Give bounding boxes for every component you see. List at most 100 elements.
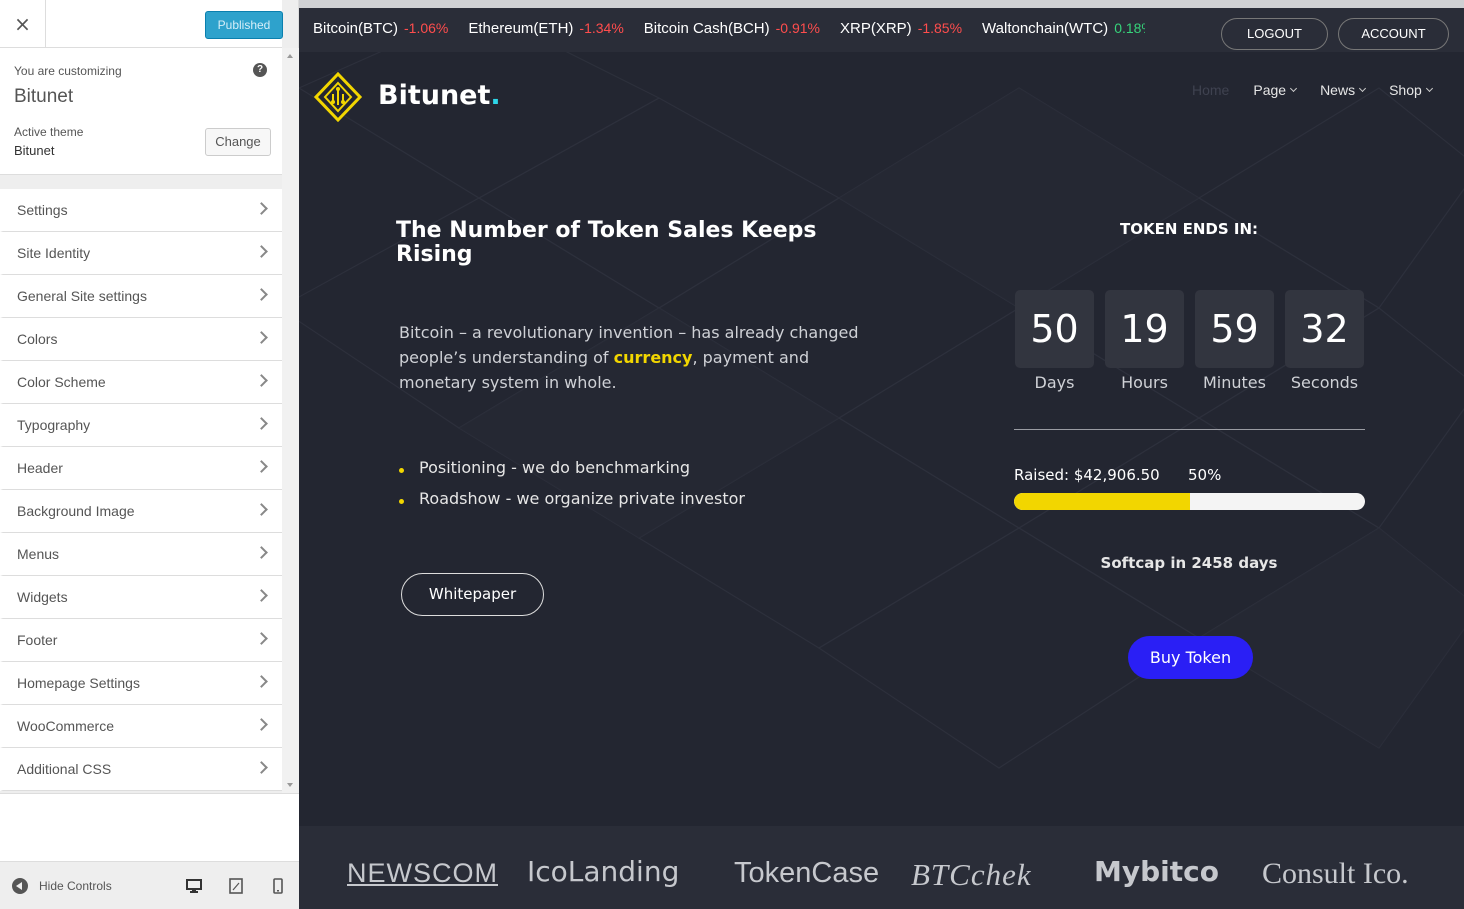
nav-news[interactable]: News bbox=[1320, 82, 1367, 98]
chevron-right-icon bbox=[255, 503, 268, 516]
preview-top-edge bbox=[299, 0, 1464, 8]
panel-label: Header bbox=[17, 460, 63, 476]
chevron-right-icon bbox=[255, 460, 268, 473]
nav-label: Shop bbox=[1389, 82, 1422, 98]
chevron-right-icon bbox=[255, 546, 268, 559]
countdown-minutes-label: Minutes bbox=[1203, 373, 1266, 392]
partner-logo-tokencase[interactable]: TokenCase bbox=[734, 857, 879, 890]
nav-label: Page bbox=[1253, 82, 1287, 98]
hide-controls-label: Hide Controls bbox=[39, 879, 112, 893]
partner-logos-bar: NEWSCOM IcoLanding TokenCase BTCchek Myb… bbox=[299, 826, 1464, 909]
panel-homepage-settings[interactable]: Homepage Settings bbox=[0, 662, 282, 705]
customizer-sidebar: × Published You are customizing Bitunet … bbox=[0, 0, 299, 909]
list-item: Roadshow - we organize private investor bbox=[399, 483, 745, 514]
panel-general-site-settings[interactable]: General Site settings bbox=[0, 275, 282, 318]
whitepaper-button[interactable]: Whitepaper bbox=[401, 573, 544, 616]
partner-logo-newscom[interactable]: NEWSCOM bbox=[347, 858, 498, 889]
chevron-right-icon bbox=[255, 761, 268, 774]
panel-label: Site Identity bbox=[17, 245, 91, 261]
countdown-seconds-value: 32 bbox=[1285, 290, 1364, 368]
divider bbox=[1014, 429, 1365, 430]
hide-controls-button[interactable]: Hide Controls bbox=[12, 878, 112, 894]
nav-page[interactable]: Page bbox=[1253, 82, 1298, 98]
chevron-right-icon bbox=[255, 374, 268, 387]
hero-background bbox=[299, 8, 1464, 826]
site-logo-text[interactable]: Bitunet. bbox=[378, 80, 501, 111]
panel-colors[interactable]: Colors bbox=[0, 318, 282, 361]
ticker-change: -0.91% bbox=[775, 20, 820, 36]
panel-label: Color Scheme bbox=[17, 374, 106, 390]
panel-label: Colors bbox=[17, 331, 58, 347]
partner-logo-btcchek[interactable]: BTCchek bbox=[911, 857, 1032, 893]
ticker-item: Bitcoin Cash(BCH) -0.91% bbox=[644, 20, 820, 37]
panel-additional-css[interactable]: Additional CSS bbox=[0, 748, 282, 791]
chevron-right-icon bbox=[255, 675, 268, 688]
nav-shop[interactable]: Shop bbox=[1389, 82, 1433, 98]
bullet-text: Roadshow - we organize private investor bbox=[419, 489, 745, 508]
panel-label: General Site settings bbox=[17, 288, 147, 304]
scroll-up-icon[interactable] bbox=[287, 54, 293, 58]
customizer-footer: Hide Controls bbox=[0, 861, 299, 909]
customizing-site-name: Bitunet bbox=[14, 86, 74, 107]
panel-label: Widgets bbox=[17, 589, 68, 605]
panel-label: WooCommerce bbox=[17, 718, 114, 734]
hero-description: Bitcoin – a revolutionary invention – ha… bbox=[399, 320, 859, 395]
ticker-change: -1.34% bbox=[579, 20, 624, 36]
partner-logo-consult-ico[interactable]: Consult Ico. bbox=[1262, 857, 1409, 891]
change-theme-button[interactable]: Change bbox=[205, 128, 271, 156]
panel-footer[interactable]: Footer bbox=[0, 619, 282, 662]
countdown-days-value: 50 bbox=[1015, 290, 1094, 368]
chevron-right-icon bbox=[255, 245, 268, 258]
panel-background-image[interactable]: Background Image bbox=[0, 490, 282, 533]
logout-button[interactable]: LOGOUT bbox=[1221, 18, 1328, 50]
ticker-name: Waltonchain(WTC) bbox=[982, 20, 1109, 37]
countdown-minutes-value: 59 bbox=[1195, 290, 1274, 368]
panel-woocommerce[interactable]: WooCommerce bbox=[0, 705, 282, 748]
close-customizer-button[interactable]: × bbox=[0, 0, 46, 48]
active-theme-name: Bitunet bbox=[14, 143, 55, 158]
panel-label: Menus bbox=[17, 546, 60, 562]
chevron-right-icon bbox=[255, 331, 268, 344]
collapse-icon bbox=[12, 878, 28, 894]
chevron-right-icon bbox=[255, 288, 268, 301]
nav-home[interactable]: Home bbox=[1192, 82, 1229, 98]
sidebar-empty-area bbox=[0, 793, 299, 861]
panel-menus[interactable]: Menus bbox=[0, 533, 282, 576]
panel-site-identity[interactable]: Site Identity bbox=[0, 232, 282, 275]
desktop-icon[interactable] bbox=[186, 878, 202, 894]
ticker-name: Bitcoin Cash(BCH) bbox=[643, 20, 770, 37]
countdown-days-label: Days bbox=[1034, 373, 1075, 392]
main-navigation: Home Page News Shop bbox=[1192, 82, 1456, 98]
raised-progress-bar bbox=[1014, 493, 1365, 510]
chevron-right-icon bbox=[255, 417, 268, 430]
mobile-icon[interactable] bbox=[270, 878, 286, 894]
logo-dot: . bbox=[490, 80, 501, 111]
chevron-down-icon bbox=[1290, 84, 1298, 93]
bitunet-logo-icon[interactable] bbox=[314, 72, 362, 122]
panel-color-scheme[interactable]: Color Scheme bbox=[0, 361, 282, 404]
active-theme-label: Active theme bbox=[14, 125, 84, 139]
account-button[interactable]: ACCOUNT bbox=[1338, 18, 1449, 50]
scroll-down-icon[interactable] bbox=[287, 783, 293, 787]
panel-header[interactable]: Header bbox=[0, 447, 282, 490]
panel-typography[interactable]: Typography bbox=[0, 404, 282, 447]
chevron-right-icon bbox=[255, 589, 268, 602]
countdown-seconds-label: Seconds bbox=[1290, 373, 1359, 392]
partner-logo-icolanding[interactable]: IcoLanding bbox=[527, 855, 679, 888]
hero-bullet-list: Positioning - we do benchmarking Roadsho… bbox=[399, 452, 745, 514]
list-item: Positioning - we do benchmarking bbox=[399, 452, 745, 483]
panel-label: Background Image bbox=[17, 503, 135, 519]
panel-label: Additional CSS bbox=[17, 761, 112, 777]
panel-widgets[interactable]: Widgets bbox=[0, 576, 282, 619]
ticker-item: XRP(XRP) -1.85% bbox=[840, 20, 962, 37]
buy-token-button[interactable]: Buy Token bbox=[1128, 636, 1253, 679]
panel-settings[interactable]: Settings bbox=[0, 189, 282, 232]
published-button[interactable]: Published bbox=[205, 11, 283, 39]
ticker-item: Bitcoin(BTC) -1.06% bbox=[313, 20, 448, 37]
logo-name: Bitunet bbox=[378, 80, 491, 111]
ticker-item: Ethereum(ETH) -1.34% bbox=[468, 20, 623, 37]
sidebar-scrollbar[interactable] bbox=[282, 48, 299, 793]
tablet-icon[interactable] bbox=[228, 878, 244, 894]
help-icon[interactable]: ? bbox=[253, 63, 267, 77]
partner-logo-mybitco[interactable]: Mybitco bbox=[1094, 855, 1219, 888]
